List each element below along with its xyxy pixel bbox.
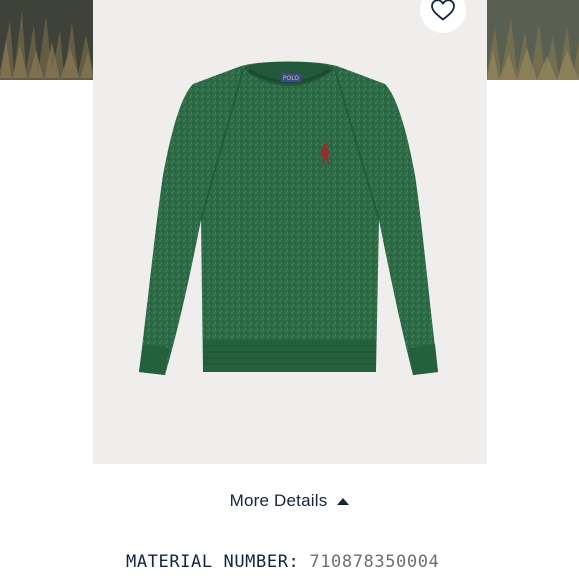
material-number-label: MATERIAL NUMBER: [126,552,300,572]
material-number-row: MATERIAL NUMBER: 710878350004 [126,552,439,576]
product-main-image[interactable]: POLO [93,0,487,464]
more-details-label: More Details [229,491,328,510]
heart-outline-icon [431,0,455,21]
next-slide-image[interactable] [487,0,579,80]
product-image-carousel: POLO [0,0,579,464]
material-number-value: 710878350004 [309,552,440,572]
sweater-body [139,61,438,375]
previous-slide-image[interactable] [0,0,93,80]
caret-up-icon [337,498,350,505]
more-details-toggle[interactable]: More Details [0,488,579,514]
grass-photo-right [487,0,579,80]
sweater-image: POLO [139,61,438,375]
sweater-logo-text: POLO [283,75,299,82]
grass-photo-left [0,0,93,80]
